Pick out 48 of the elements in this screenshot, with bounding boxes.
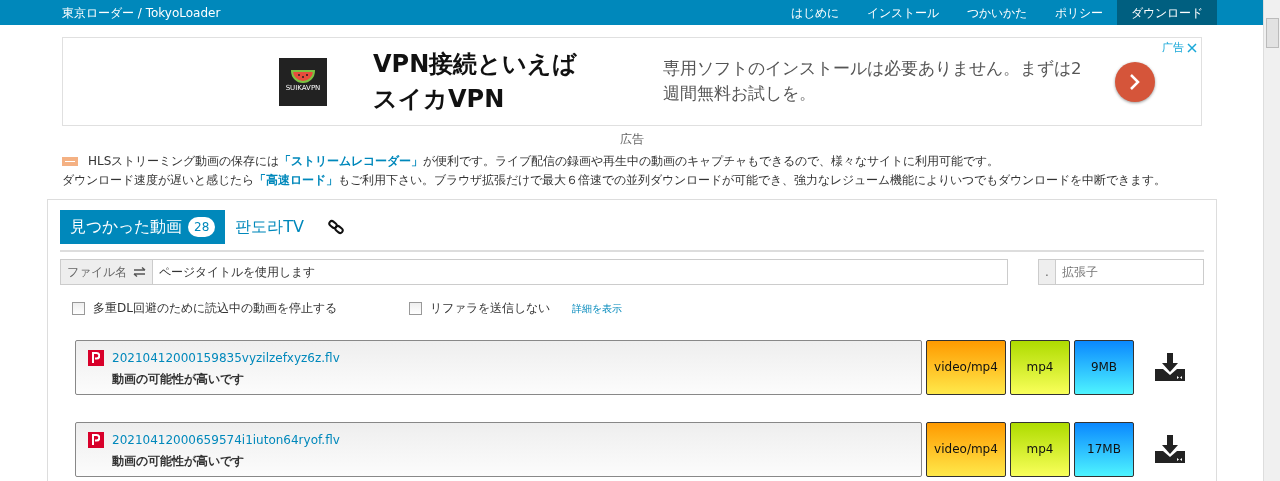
- close-icon[interactable]: [1187, 43, 1197, 54]
- nav-link-item[interactable]: ダウンロード: [1117, 0, 1217, 25]
- format-tag: mp4: [1010, 421, 1070, 477]
- tab[interactable]: 見つかった動画 28: [60, 210, 226, 244]
- ad-marker-text: 广告: [1162, 40, 1184, 56]
- video-filename[interactable]: 20210412000159835vyzilzefxyz6z.flv: [112, 350, 340, 365]
- notice-text: ダウンロード速度が遅いと感じたら「高速ロード」もご利用下さい。ブラウザ拡張だけで最大６倍速での並列ダウンロードが可能でき、強力なレジューム機能によりいつでもダウンロードを中断できます。: [62, 172, 1167, 189]
- nav-link-item[interactable]: つかいかた: [953, 0, 1041, 25]
- link-icon[interactable]: [328, 219, 344, 235]
- site-icon: [88, 349, 104, 366]
- site-title: 東京ローダー / TokyoLoader: [62, 4, 221, 22]
- download-icon[interactable]: [1154, 352, 1186, 382]
- format-tag: 9MB: [1074, 339, 1134, 395]
- scrollbar-thumb[interactable]: [1265, 18, 1279, 48]
- ad-headline: スイカVPN: [373, 83, 506, 115]
- chevron-right-icon: [1129, 72, 1141, 91]
- new-tag-icon: [62, 157, 78, 166]
- ad-label: 広告: [618, 131, 645, 148]
- video-note: 動画の可能性が高いです: [112, 370, 245, 388]
- swap-icon[interactable]: [133, 267, 146, 277]
- format-tag: 17MB: [1074, 421, 1134, 477]
- count-badge: 28: [188, 217, 216, 237]
- format-tag: mp4: [1010, 339, 1070, 395]
- download-icon[interactable]: [1154, 434, 1186, 464]
- notice-text: HLSストリーミング動画の保存には「ストリームレコーダー」が便利です。ライブ配信の録画や再生中の動画のキャプチャもできるので、様々なサイトに利用可能です。: [62, 152, 1201, 171]
- nav-link-item[interactable]: はじめに: [777, 0, 853, 25]
- site-icon: [88, 431, 104, 448]
- details-link[interactable]: 詳細を表示: [571, 300, 622, 316]
- ad-headline: VPN接続といえば: [373, 48, 579, 80]
- checkbox[interactable]: [72, 301, 85, 315]
- field-label: ファイル名: [67, 264, 127, 281]
- checkbox-label: 多重DL回避のために読込中の動画を停止する: [93, 300, 337, 317]
- ad-arrow-button[interactable]: [1115, 61, 1155, 102]
- tab[interactable]: 판도라TV: [225, 210, 314, 244]
- nav-link-item[interactable]: ポリシー: [1041, 0, 1117, 25]
- checkbox[interactable]: [408, 301, 422, 315]
- field-prefix: .: [1039, 260, 1056, 284]
- notice-link[interactable]: 「高速ロード」: [254, 173, 338, 187]
- notice-link[interactable]: 「ストリームレコーダー」: [279, 154, 424, 168]
- extension-input-group[interactable]: . 拡張子: [1038, 259, 1204, 285]
- format-tag: video/mp4: [926, 421, 1006, 477]
- checkbox-label: リファラを送信しない: [429, 300, 550, 317]
- video-filename[interactable]: 20210412000659574i1iuton64ryof.flv: [112, 432, 340, 447]
- nav-link-item[interactable]: インストール: [853, 0, 953, 25]
- video-note: 動画の可能性が高いです: [112, 452, 245, 470]
- ad-description: 専用ソフトのインストールは必要ありません。まずは2週間無料お試しを。: [663, 57, 1083, 105]
- format-tag: video/mp4: [926, 339, 1006, 395]
- filename-input-group[interactable]: ファイル名 ページタイトルを使用します: [60, 259, 1008, 285]
